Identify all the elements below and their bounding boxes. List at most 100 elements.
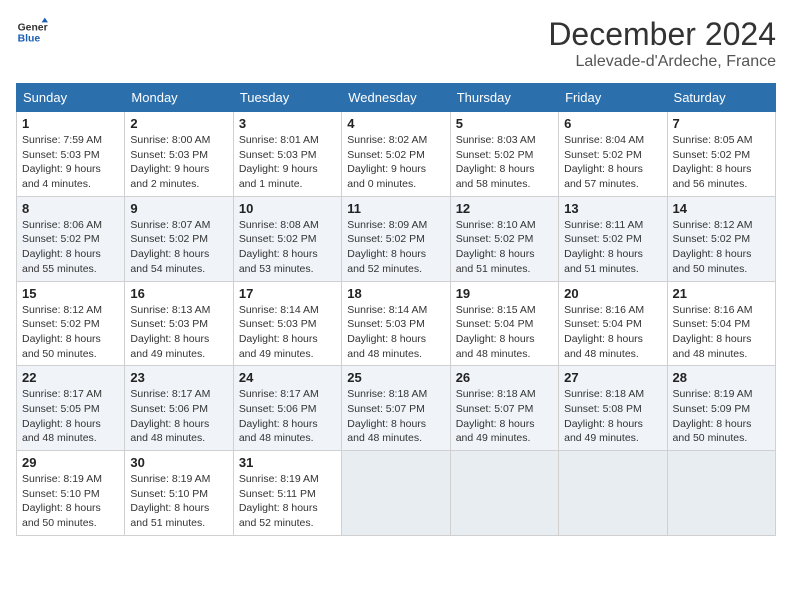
calendar-cell: 4Sunrise: 8:02 AMSunset: 5:02 PMDaylight… [342, 112, 450, 197]
day-number: 15 [22, 286, 119, 301]
calendar-cell: 29 Sunrise: 8:19 AMSunset: 5:10 PMDayligh… [17, 451, 125, 536]
calendar-cell: 3 Sunrise: 8:01 AMSunset: 5:03 PMDaylight… [233, 112, 341, 197]
day-number: 1 [22, 116, 119, 131]
calendar-week-row: 15 Sunrise: 8:12 AMSunset: 5:02 PMDayligh… [17, 281, 776, 366]
day-number: 2 [130, 116, 227, 131]
day-number: 19 [456, 286, 553, 301]
day-info: Sunrise: 8:12 AMSunset: 5:02 PMDaylight:… [673, 218, 770, 277]
day-info: Sunrise: 8:16 AMSunset: 5:04 PMDaylight:… [673, 303, 770, 362]
calendar-cell: 26Sunrise: 8:18 AMSunset: 5:07 PMDayligh… [450, 366, 558, 451]
calendar-cell: 23Sunrise: 8:17 AMSunset: 5:06 PMDayligh… [125, 366, 233, 451]
day-number: 6 [564, 116, 661, 131]
day-number: 14 [673, 201, 770, 216]
calendar-cell: 31 Sunrise: 8:19 AMSunset: 5:11 PMDayligh… [233, 451, 341, 536]
weekday-header-sunday: Sunday [17, 84, 125, 112]
day-info: Sunrise: 8:09 AMSunset: 5:02 PMDaylight:… [347, 218, 444, 277]
day-number: 27 [564, 370, 661, 385]
day-number: 7 [673, 116, 770, 131]
day-info: Sunrise: 8:10 AMSunset: 5:02 PMDaylight:… [456, 218, 553, 277]
day-number: 5 [456, 116, 553, 131]
logo-icon: General Blue [16, 16, 48, 48]
day-info: Sunrise: 8:18 AMSunset: 5:07 PMDaylight:… [347, 387, 444, 446]
day-number: 22 [22, 370, 119, 385]
day-info: Sunrise: 8:07 AMSunset: 5:02 PMDaylight:… [130, 218, 227, 277]
weekday-header-thursday: Thursday [450, 84, 558, 112]
calendar-week-row: 29 Sunrise: 8:19 AMSunset: 5:10 PMDayligh… [17, 451, 776, 536]
day-number: 30 [130, 455, 227, 470]
calendar-cell: 24 Sunrise: 8:17 AMSunset: 5:06 PMDayligh… [233, 366, 341, 451]
calendar-header-row: SundayMondayTuesdayWednesdayThursdayFrid… [17, 84, 776, 112]
day-info: Sunrise: 8:13 AMSunset: 5:03 PMDaylight:… [130, 303, 227, 362]
calendar-cell: 28Sunrise: 8:19 AMSunset: 5:09 PMDayligh… [667, 366, 775, 451]
calendar-cell: 19 Sunrise: 8:15 AMSunset: 5:04 PMDayligh… [450, 281, 558, 366]
day-number: 26 [456, 370, 553, 385]
calendar-cell [342, 451, 450, 536]
calendar-cell: 12 Sunrise: 8:10 AMSunset: 5:02 PMDayligh… [450, 196, 558, 281]
day-info: Sunrise: 8:12 AMSunset: 5:02 PMDaylight:… [22, 303, 119, 362]
day-number: 25 [347, 370, 444, 385]
day-number: 9 [130, 201, 227, 216]
day-info: Sunrise: 8:08 AMSunset: 5:02 PMDaylight:… [239, 218, 336, 277]
day-info: Sunrise: 8:19 AMSunset: 5:10 PMDaylight:… [22, 472, 119, 531]
calendar-cell [667, 451, 775, 536]
day-number: 4 [347, 116, 444, 131]
calendar-cell: 14 Sunrise: 8:12 AMSunset: 5:02 PMDayligh… [667, 196, 775, 281]
day-info: Sunrise: 8:17 AMSunset: 5:05 PMDaylight:… [22, 387, 119, 446]
day-number: 12 [456, 201, 553, 216]
day-info: Sunrise: 8:11 AMSunset: 5:02 PMDaylight:… [564, 218, 661, 277]
day-number: 16 [130, 286, 227, 301]
calendar-cell: 8Sunrise: 8:06 AMSunset: 5:02 PMDaylight… [17, 196, 125, 281]
page-header: General Blue December 2024 Lalevade-d'Ar… [16, 16, 776, 71]
day-number: 8 [22, 201, 119, 216]
day-number: 10 [239, 201, 336, 216]
month-title: December 2024 [548, 16, 776, 53]
day-number: 13 [564, 201, 661, 216]
weekday-header-monday: Monday [125, 84, 233, 112]
day-info: Sunrise: 8:00 AMSunset: 5:03 PMDaylight:… [130, 133, 227, 192]
day-info: Sunrise: 8:18 AMSunset: 5:08 PMDaylight:… [564, 387, 661, 446]
weekday-header-tuesday: Tuesday [233, 84, 341, 112]
svg-text:Blue: Blue [18, 34, 41, 45]
day-number: 18 [347, 286, 444, 301]
day-number: 3 [239, 116, 336, 131]
calendar-cell: 22 Sunrise: 8:17 AMSunset: 5:05 PMDayligh… [17, 366, 125, 451]
day-number: 24 [239, 370, 336, 385]
day-number: 17 [239, 286, 336, 301]
calendar-cell: 13 Sunrise: 8:11 AMSunset: 5:02 PMDayligh… [559, 196, 667, 281]
day-number: 21 [673, 286, 770, 301]
calendar-cell: 20Sunrise: 8:16 AMSunset: 5:04 PMDayligh… [559, 281, 667, 366]
day-info: Sunrise: 8:01 AMSunset: 5:03 PMDaylight:… [239, 133, 336, 192]
calendar-cell: 6 Sunrise: 8:04 AMSunset: 5:02 PMDaylight… [559, 112, 667, 197]
calendar-week-row: 1 Sunrise: 7:59 AMSunset: 5:03 PMDaylight… [17, 112, 776, 197]
day-info: Sunrise: 7:59 AMSunset: 5:03 PMDaylight:… [22, 133, 119, 192]
day-info: Sunrise: 8:04 AMSunset: 5:02 PMDaylight:… [564, 133, 661, 192]
calendar-cell: 16 Sunrise: 8:13 AMSunset: 5:03 PMDayligh… [125, 281, 233, 366]
calendar-cell: 1 Sunrise: 7:59 AMSunset: 5:03 PMDaylight… [17, 112, 125, 197]
calendar-cell: 25 Sunrise: 8:18 AMSunset: 5:07 PMDayligh… [342, 366, 450, 451]
calendar-week-row: 8Sunrise: 8:06 AMSunset: 5:02 PMDaylight… [17, 196, 776, 281]
day-info: Sunrise: 8:16 AMSunset: 5:04 PMDaylight:… [564, 303, 661, 362]
day-info: Sunrise: 8:17 AMSunset: 5:06 PMDaylight:… [239, 387, 336, 446]
calendar-cell: 10 Sunrise: 8:08 AMSunset: 5:02 PMDayligh… [233, 196, 341, 281]
weekday-header-friday: Friday [559, 84, 667, 112]
calendar-cell: 11Sunrise: 8:09 AMSunset: 5:02 PMDayligh… [342, 196, 450, 281]
logo: General Blue [16, 16, 48, 48]
location-title: Lalevade-d'Ardeche, France [548, 53, 776, 71]
day-info: Sunrise: 8:19 AMSunset: 5:11 PMDaylight:… [239, 472, 336, 531]
calendar-cell: 7 Sunrise: 8:05 AMSunset: 5:02 PMDaylight… [667, 112, 775, 197]
weekday-header-wednesday: Wednesday [342, 84, 450, 112]
day-info: Sunrise: 8:14 AMSunset: 5:03 PMDaylight:… [347, 303, 444, 362]
day-info: Sunrise: 8:19 AMSunset: 5:09 PMDaylight:… [673, 387, 770, 446]
calendar-cell: 21 Sunrise: 8:16 AMSunset: 5:04 PMDayligh… [667, 281, 775, 366]
calendar-cell: 5Sunrise: 8:03 AMSunset: 5:02 PMDaylight… [450, 112, 558, 197]
day-info: Sunrise: 8:05 AMSunset: 5:02 PMDaylight:… [673, 133, 770, 192]
calendar-cell [450, 451, 558, 536]
day-info: Sunrise: 8:19 AMSunset: 5:10 PMDaylight:… [130, 472, 227, 531]
calendar-week-row: 22 Sunrise: 8:17 AMSunset: 5:05 PMDayligh… [17, 366, 776, 451]
day-info: Sunrise: 8:15 AMSunset: 5:04 PMDaylight:… [456, 303, 553, 362]
calendar-cell [559, 451, 667, 536]
day-number: 31 [239, 455, 336, 470]
calendar-table: SundayMondayTuesdayWednesdayThursdayFrid… [16, 83, 776, 536]
calendar-cell: 9 Sunrise: 8:07 AMSunset: 5:02 PMDaylight… [125, 196, 233, 281]
day-number: 29 [22, 455, 119, 470]
